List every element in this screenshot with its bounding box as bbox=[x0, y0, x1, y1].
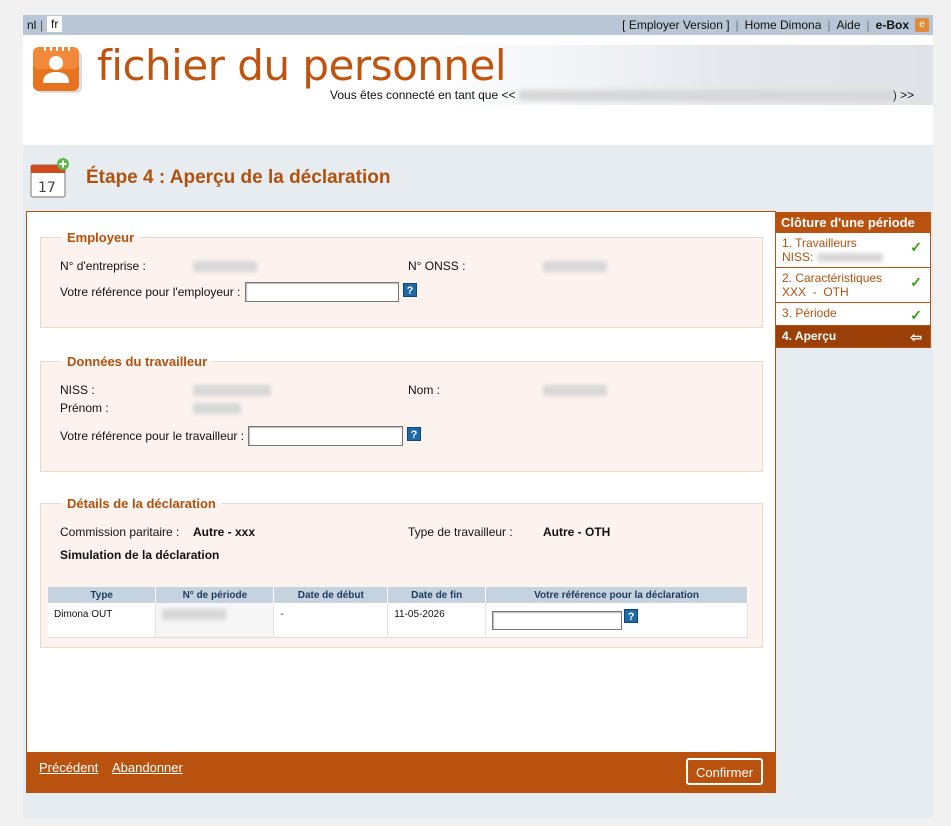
travailleur-ref-input[interactable] bbox=[248, 426, 403, 446]
onss-value-redacted bbox=[543, 261, 607, 272]
top-links: [ Employer Version ] | Home Dimona | Aid… bbox=[616, 18, 929, 32]
cell-fin: 11-05-2026 bbox=[387, 603, 487, 638]
precedent-link[interactable]: Précédent bbox=[39, 760, 98, 775]
table-header-row: Type N° de période Date de début Date de… bbox=[48, 587, 748, 603]
cell-reference: ? bbox=[485, 603, 748, 638]
periode-value-redacted bbox=[162, 609, 227, 620]
travailleur-section: Données du travailleur NISS : Prénom : N… bbox=[40, 354, 763, 472]
check-icon: ✓ bbox=[910, 239, 922, 255]
lang-nl-link[interactable]: nl bbox=[27, 18, 36, 32]
steps-sidebar: Clôture d'une période 1. Travailleurs NI… bbox=[775, 212, 931, 348]
top-bar: nl | fr [ Employer Version ] | Home Dimo… bbox=[23, 15, 933, 35]
details-legend: Détails de la déclaration bbox=[67, 496, 216, 511]
help-icon[interactable]: ? bbox=[403, 283, 417, 297]
travailleur-legend: Données du travailleur bbox=[67, 354, 208, 369]
connected-prefix: Vous êtes connecté en tant que << bbox=[330, 88, 516, 102]
footer-bar: Précédent Abandonner Confirmer bbox=[26, 752, 776, 793]
help-icon[interactable]: ? bbox=[624, 609, 639, 623]
lang-fr-link[interactable]: fr bbox=[47, 16, 63, 32]
sidebar-item-travailleurs[interactable]: 1. Travailleurs NISS: ✓ bbox=[775, 233, 931, 268]
nom-value-redacted bbox=[543, 385, 607, 396]
employeur-section: Employeur N° d'entreprise : N° ONSS : Vo… bbox=[40, 230, 763, 328]
sidebar-item-caracteristiques[interactable]: 2. Caractéristiques XXX - OTH ✓ bbox=[775, 268, 931, 303]
declaration-ref-input[interactable] bbox=[492, 611, 623, 630]
personnel-logo-icon bbox=[33, 47, 82, 93]
lang-separator: | bbox=[40, 18, 44, 32]
details-section: Détails de la déclaration Commission par… bbox=[40, 496, 763, 648]
type-travailleur-value: Autre - OTH bbox=[543, 525, 611, 539]
nom-label: Nom : bbox=[408, 383, 441, 397]
declaration-table: Type N° de période Date de début Date de… bbox=[48, 587, 748, 638]
col-periode: N° de période bbox=[155, 587, 275, 603]
ebox-link[interactable]: e-Box bbox=[870, 18, 915, 32]
aide-link[interactable]: Aide bbox=[831, 18, 867, 32]
connected-as: Vous êtes connecté en tant que << ) >> bbox=[330, 88, 914, 102]
col-debut: Date de début bbox=[273, 587, 389, 603]
simulation-label: Simulation de la déclaration bbox=[60, 548, 220, 562]
ebox-icon[interactable]: e bbox=[915, 18, 929, 32]
sidebar-item-periode[interactable]: 3. Période ✓ bbox=[775, 303, 931, 326]
employeur-ref-input[interactable] bbox=[245, 282, 399, 302]
abandonner-link[interactable]: Abandonner bbox=[112, 760, 183, 775]
employer-version-link[interactable]: [ Employer Version ] bbox=[616, 18, 735, 32]
employeur-ref-label: Votre référence pour l'employeur : bbox=[60, 285, 241, 299]
sidebar-title: Clôture d'une période bbox=[775, 212, 931, 233]
connected-suffix: ) >> bbox=[892, 88, 915, 102]
sidebar-item-apercu[interactable]: 4. Aperçu ⇦ bbox=[775, 326, 931, 348]
niss-redacted bbox=[816, 253, 883, 263]
niss-value-redacted bbox=[193, 385, 271, 396]
step-1-detail: NISS: bbox=[782, 250, 924, 264]
home-dimona-link[interactable]: Home Dimona bbox=[739, 18, 828, 32]
type-travailleur-label: Type de travailleur : bbox=[408, 525, 513, 539]
prenom-label: Prénom : bbox=[60, 401, 109, 415]
onss-label: N° ONSS : bbox=[408, 259, 466, 273]
commission-value: Autre - xxx bbox=[193, 525, 256, 539]
col-reference: Votre référence pour la déclaration bbox=[485, 587, 748, 603]
check-icon: ✓ bbox=[910, 307, 922, 323]
niss-label: NISS : bbox=[60, 383, 95, 397]
confirm-button[interactable]: Confirmer bbox=[686, 758, 763, 785]
page: nl | fr [ Employer Version ] | Home Dimo… bbox=[23, 15, 933, 818]
cell-type: Dimona OUT bbox=[48, 603, 157, 638]
cell-periode bbox=[155, 603, 275, 638]
cell-debut: - bbox=[273, 603, 389, 638]
employeur-legend: Employeur bbox=[67, 230, 135, 245]
step-band: 17 Étape 4 : Aperçu de la déclaration bbox=[23, 145, 933, 205]
step-1-label: 1. Travailleurs bbox=[782, 236, 857, 250]
step-4-label: 4. Aperçu bbox=[782, 329, 837, 343]
commission-label: Commission paritaire : bbox=[60, 525, 180, 539]
travailleur-ref-label: Votre référence pour le travailleur : bbox=[60, 429, 245, 443]
back-arrow-icon: ⇦ bbox=[910, 329, 922, 345]
page-title: Étape 4 : Aperçu de la déclaration bbox=[86, 167, 391, 188]
entreprise-value-redacted bbox=[193, 261, 257, 272]
check-icon: ✓ bbox=[910, 274, 922, 290]
step-3-label: 3. Période bbox=[782, 306, 837, 320]
step-2-detail: XXX - OTH bbox=[782, 285, 849, 299]
step-2-label: 2. Caractéristiques bbox=[782, 271, 883, 285]
app-title: fichier du personnel bbox=[97, 41, 507, 90]
svg-text:17: 17 bbox=[38, 180, 56, 196]
col-fin: Date de fin bbox=[387, 587, 487, 603]
col-type: Type bbox=[48, 587, 157, 603]
prenom-value-redacted bbox=[193, 403, 241, 414]
main-panel: Employeur N° d'entreprise : N° ONSS : Vo… bbox=[26, 211, 776, 793]
calendar-add-icon: 17 bbox=[30, 158, 69, 198]
table-row: Dimona OUT - 11-05-2026 ? bbox=[48, 603, 748, 638]
help-icon[interactable]: ? bbox=[407, 427, 421, 441]
user-name-redacted bbox=[518, 90, 893, 102]
entreprise-label: N° d'entreprise : bbox=[60, 259, 146, 273]
